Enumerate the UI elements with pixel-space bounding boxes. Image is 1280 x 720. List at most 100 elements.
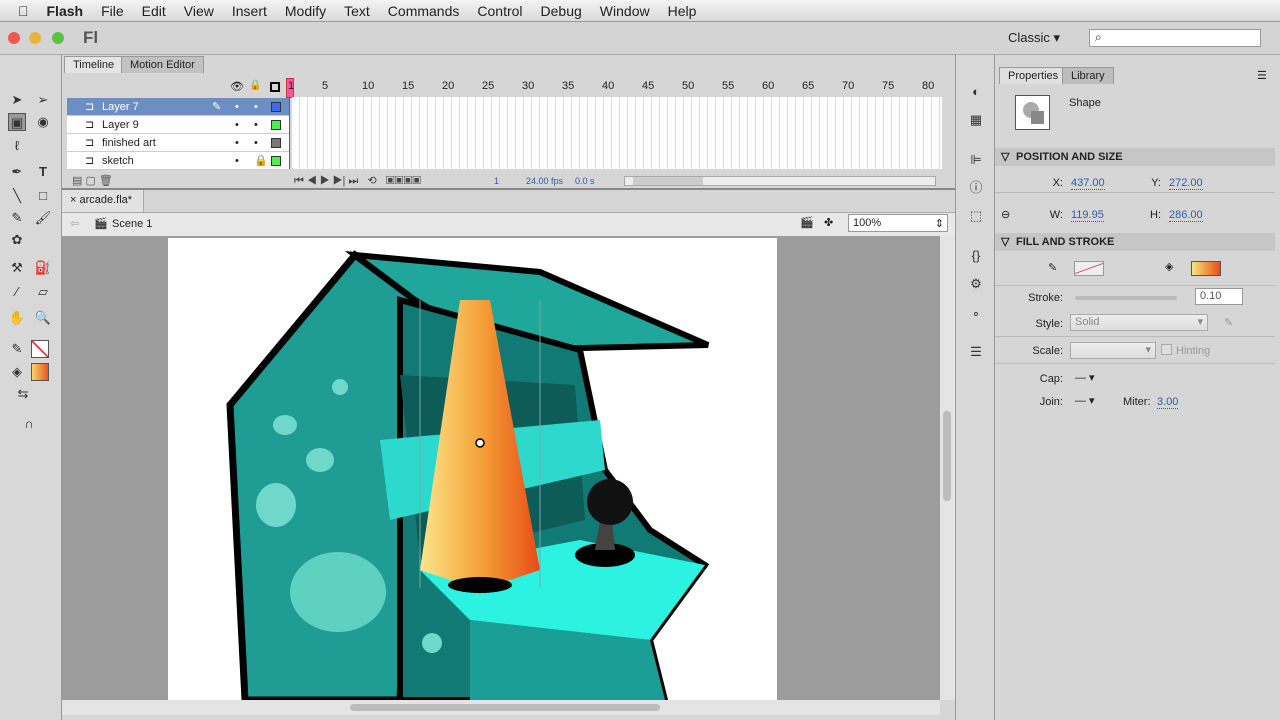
- arcade-artwork[interactable]: [168, 238, 777, 700]
- panel-menu-icon[interactable]: ☰: [1257, 69, 1267, 82]
- lock-proportions-icon[interactable]: ⊖: [1001, 208, 1010, 221]
- eye-icon[interactable]: 👁: [230, 80, 244, 93]
- visibility-dot[interactable]: •: [235, 98, 239, 116]
- layer-outline-color[interactable]: [271, 120, 281, 130]
- stroke-input[interactable]: 0.10: [1195, 288, 1243, 305]
- menu-modify[interactable]: Modify: [276, 3, 335, 19]
- menu-flash[interactable]: Flash: [38, 3, 93, 19]
- section-position-size[interactable]: ▽ POSITION AND SIZE: [995, 148, 1275, 166]
- frames-grid[interactable]: [292, 97, 942, 169]
- tab-motion-editor[interactable]: Motion Editor: [121, 56, 204, 73]
- fill-color-swatch[interactable]: [1191, 261, 1221, 276]
- snap-to-objects-icon[interactable]: ∩: [20, 415, 38, 433]
- menu-debug[interactable]: Debug: [532, 3, 591, 19]
- components-icon[interactable]: ⚙: [967, 275, 985, 293]
- tab-library[interactable]: Library: [1062, 67, 1114, 84]
- menu-text[interactable]: Text: [335, 3, 379, 19]
- outline-icon[interactable]: [270, 82, 280, 92]
- stroke-color-icon[interactable]: ✎: [8, 340, 26, 358]
- cap-dropdown[interactable]: — ▾: [1075, 371, 1095, 384]
- stroke-slider[interactable]: [1075, 296, 1177, 300]
- scale-dropdown[interactable]: ▾: [1070, 342, 1156, 359]
- brush-tool-icon[interactable]: 🖌: [34, 209, 52, 227]
- menu-view[interactable]: View: [175, 3, 223, 19]
- layer-row[interactable]: ⊐ finished art • •: [67, 134, 289, 152]
- layer-outline-color[interactable]: [271, 138, 281, 148]
- info-panel-icon[interactable]: ⓘ: [967, 179, 985, 197]
- transform-point[interactable]: [475, 438, 485, 448]
- menu-edit[interactable]: Edit: [133, 3, 175, 19]
- style-dropdown[interactable]: Solid ▾: [1070, 314, 1208, 331]
- miter-value[interactable]: 3.00: [1157, 396, 1179, 409]
- x-value[interactable]: 437.00: [1071, 177, 1105, 190]
- zoom-tool-icon[interactable]: 🔍: [34, 309, 52, 327]
- lock-dot[interactable]: •: [254, 134, 258, 152]
- edit-symbols-icon[interactable]: ✤: [824, 216, 833, 229]
- swatches-panel-icon[interactable]: ▦: [967, 111, 985, 129]
- playback-controls[interactable]: ⏮ ◀ ▶ ▶| ⏭ ⟲ ▣▣▣▣: [294, 174, 421, 188]
- workspace-switcher[interactable]: Classic ▾: [1008, 30, 1060, 46]
- vertical-scrollbar[interactable]: [940, 236, 955, 700]
- join-dropdown[interactable]: — ▾: [1075, 394, 1095, 407]
- hand-tool-icon[interactable]: ✋: [8, 309, 26, 327]
- lock-icon[interactable]: 🔒: [249, 80, 261, 91]
- timeline-scrollbar[interactable]: [624, 176, 936, 186]
- bone-tool-icon[interactable]: ⚒: [8, 259, 26, 277]
- align-panel-icon[interactable]: ⊫: [967, 151, 985, 169]
- menu-file[interactable]: File: [92, 3, 133, 19]
- apple-icon[interactable]: : [0, 3, 38, 19]
- stroke-color-swatch[interactable]: [1074, 261, 1104, 276]
- new-layer-icon[interactable]: ▤ ▢ 🗑: [72, 174, 113, 187]
- menu-window[interactable]: Window: [591, 3, 659, 19]
- pencil-tool-icon[interactable]: ✎: [8, 209, 26, 227]
- close-button[interactable]: [8, 32, 20, 44]
- stroke-color-swatch[interactable]: [31, 340, 49, 358]
- layer-outline-color[interactable]: [271, 156, 281, 166]
- tab-timeline[interactable]: Timeline: [64, 56, 124, 73]
- selection-tool-icon[interactable]: ➤: [8, 91, 26, 109]
- document-tab[interactable]: × arcade.fla*: [62, 190, 144, 212]
- menu-commands[interactable]: Commands: [379, 3, 469, 19]
- fill-color-swatch[interactable]: [31, 363, 49, 381]
- minimize-button[interactable]: [29, 32, 41, 44]
- scene-label[interactable]: Scene 1: [112, 218, 152, 230]
- hinting-checkbox[interactable]: [1161, 344, 1172, 355]
- eyedropper-tool-icon[interactable]: ⁄: [8, 283, 26, 301]
- lock-dot[interactable]: •: [254, 116, 258, 134]
- free-transform-tool-icon[interactable]: ▣: [8, 113, 26, 131]
- w-value[interactable]: 119.95: [1071, 209, 1104, 222]
- section-fill-stroke[interactable]: ▽ FILL AND STROKE: [995, 233, 1275, 251]
- elapsed-time[interactable]: 0.0 s: [575, 176, 595, 186]
- edit-scene-icon[interactable]: 🎬: [800, 216, 814, 229]
- h-value[interactable]: 286.00: [1169, 209, 1203, 222]
- history-icon[interactable]: ☰: [967, 343, 985, 361]
- layer-outline-color[interactable]: [271, 102, 281, 112]
- fill-color-icon[interactable]: ◈: [8, 363, 26, 381]
- y-value[interactable]: 272.00: [1169, 177, 1203, 190]
- menu-control[interactable]: Control: [468, 3, 531, 19]
- layer-row[interactable]: ⊐ sketch • 🔒: [67, 152, 289, 170]
- rectangle-tool-icon[interactable]: □: [34, 187, 52, 205]
- lock-dot[interactable]: •: [254, 98, 258, 116]
- paint-bucket-tool-icon[interactable]: ⛽: [34, 259, 52, 277]
- layer-row[interactable]: ⊐ Layer 9 • •: [67, 116, 289, 134]
- swap-colors-icon[interactable]: ⇆: [14, 385, 32, 403]
- code-snippets-icon[interactable]: {}: [967, 247, 985, 265]
- visibility-dot[interactable]: •: [235, 152, 239, 170]
- current-frame[interactable]: 1: [494, 176, 499, 186]
- lock-icon[interactable]: 🔒: [254, 152, 268, 170]
- text-tool-icon[interactable]: T: [34, 163, 52, 181]
- motion-presets-icon[interactable]: ∘: [967, 305, 985, 323]
- layer-row[interactable]: ⊐ Layer 7 ✎ • •: [67, 98, 289, 116]
- stage[interactable]: [168, 238, 777, 700]
- pen-tool-icon[interactable]: ✒: [8, 163, 26, 181]
- deco-tool-icon[interactable]: ✿: [8, 231, 26, 249]
- visibility-dot[interactable]: •: [235, 116, 239, 134]
- back-arrow-icon[interactable]: ⇦: [70, 217, 79, 230]
- color-panel-icon[interactable]: ◐: [967, 83, 985, 101]
- 3d-rotation-tool-icon[interactable]: ◉: [34, 113, 52, 131]
- subselection-tool-icon[interactable]: ➢: [34, 91, 52, 109]
- horizontal-scrollbar[interactable]: [62, 700, 940, 715]
- zoom-select[interactable]: 100% ⇕: [848, 214, 948, 232]
- menu-insert[interactable]: Insert: [223, 3, 276, 19]
